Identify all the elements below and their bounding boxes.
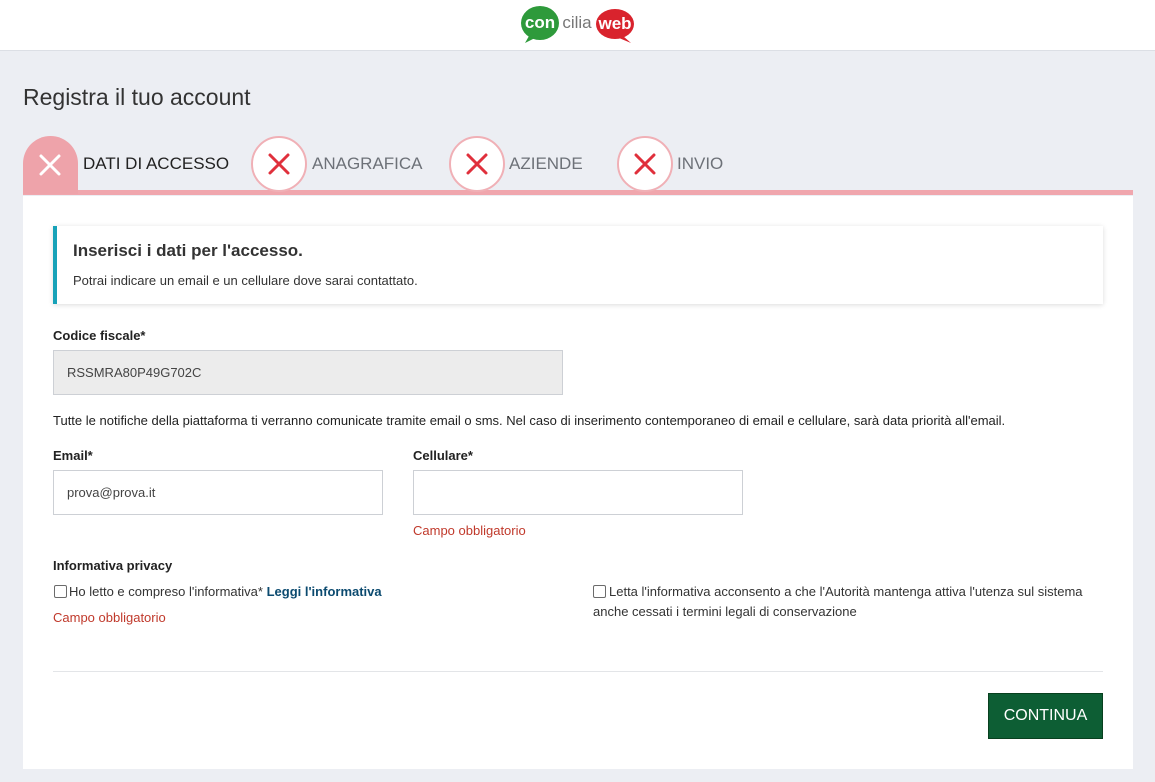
step-aziende-indicator[interactable] [449, 136, 505, 192]
privacy-read-label: Ho letto e compreso l'informativa* [69, 584, 263, 599]
stepper-progress-line [23, 190, 1133, 195]
step-anagrafica-label[interactable]: ANAGRAFICA [312, 154, 423, 174]
privacy-read-error: Campo obbligatorio [53, 610, 166, 625]
privacy-retention-checkbox[interactable] [593, 585, 606, 598]
form-divider [53, 671, 1103, 672]
privacy-heading: Informativa privacy [53, 558, 173, 573]
close-icon [466, 153, 488, 175]
svg-text:cilia: cilia [562, 13, 592, 32]
conciliaweb-logo[interactable]: con cilia web [519, 3, 637, 45]
codice-fiscale-field [53, 350, 563, 395]
info-notice: Inserisci i dati per l'accesso. Potrai i… [53, 226, 1103, 304]
email-label: Email* [53, 448, 93, 463]
step-aziende-label[interactable]: AZIENDE [509, 154, 583, 174]
continue-button[interactable]: CONTINUA [988, 693, 1103, 739]
privacy-read-label-wrap: Ho letto e compreso l'informativa* Leggi… [69, 582, 382, 602]
top-header-bar: con cilia web [0, 0, 1155, 51]
email-field[interactable] [53, 470, 383, 515]
step-dati-di-accesso-label[interactable]: DATI DI ACCESSO [83, 154, 229, 174]
notice-text: Potrai indicare un email e un cellulare … [73, 273, 418, 288]
read-privacy-link[interactable]: Leggi l'informativa [267, 584, 382, 599]
page-title: Registra il tuo account [23, 84, 251, 110]
svg-text:web: web [597, 14, 631, 33]
notice-title: Inserisci i dati per l'accesso. [73, 241, 303, 260]
step-invio-label[interactable]: INVIO [677, 154, 723, 174]
svg-text:con: con [525, 13, 555, 32]
step-invio-indicator[interactable] [617, 136, 673, 192]
codice-fiscale-label: Codice fiscale* [53, 328, 146, 343]
cellulare-error: Campo obbligatorio [413, 523, 526, 538]
cellulare-label: Cellulare* [413, 448, 473, 463]
step-dati-di-accesso-indicator[interactable] [23, 136, 78, 194]
close-icon [634, 153, 656, 175]
cellulare-field[interactable] [413, 470, 743, 515]
close-icon [39, 154, 61, 176]
privacy-read-checkbox[interactable] [54, 585, 67, 598]
privacy-retention-label-line1: Letta l'informativa acconsento a che l'A… [609, 584, 1083, 599]
close-icon [268, 153, 290, 175]
privacy-retention-label-line2: anche cessati i termini legali di conser… [593, 604, 857, 619]
registration-form-card: Inserisci i dati per l'accesso. Potrai i… [23, 196, 1133, 769]
registration-stepper: DATI DI ACCESSO ANAGRAFICA AZIENDE INVIO [23, 134, 1133, 196]
step-anagrafica-indicator[interactable] [251, 136, 307, 192]
notification-info-text: Tutte le notifiche della piattaforma ti … [53, 413, 1006, 428]
